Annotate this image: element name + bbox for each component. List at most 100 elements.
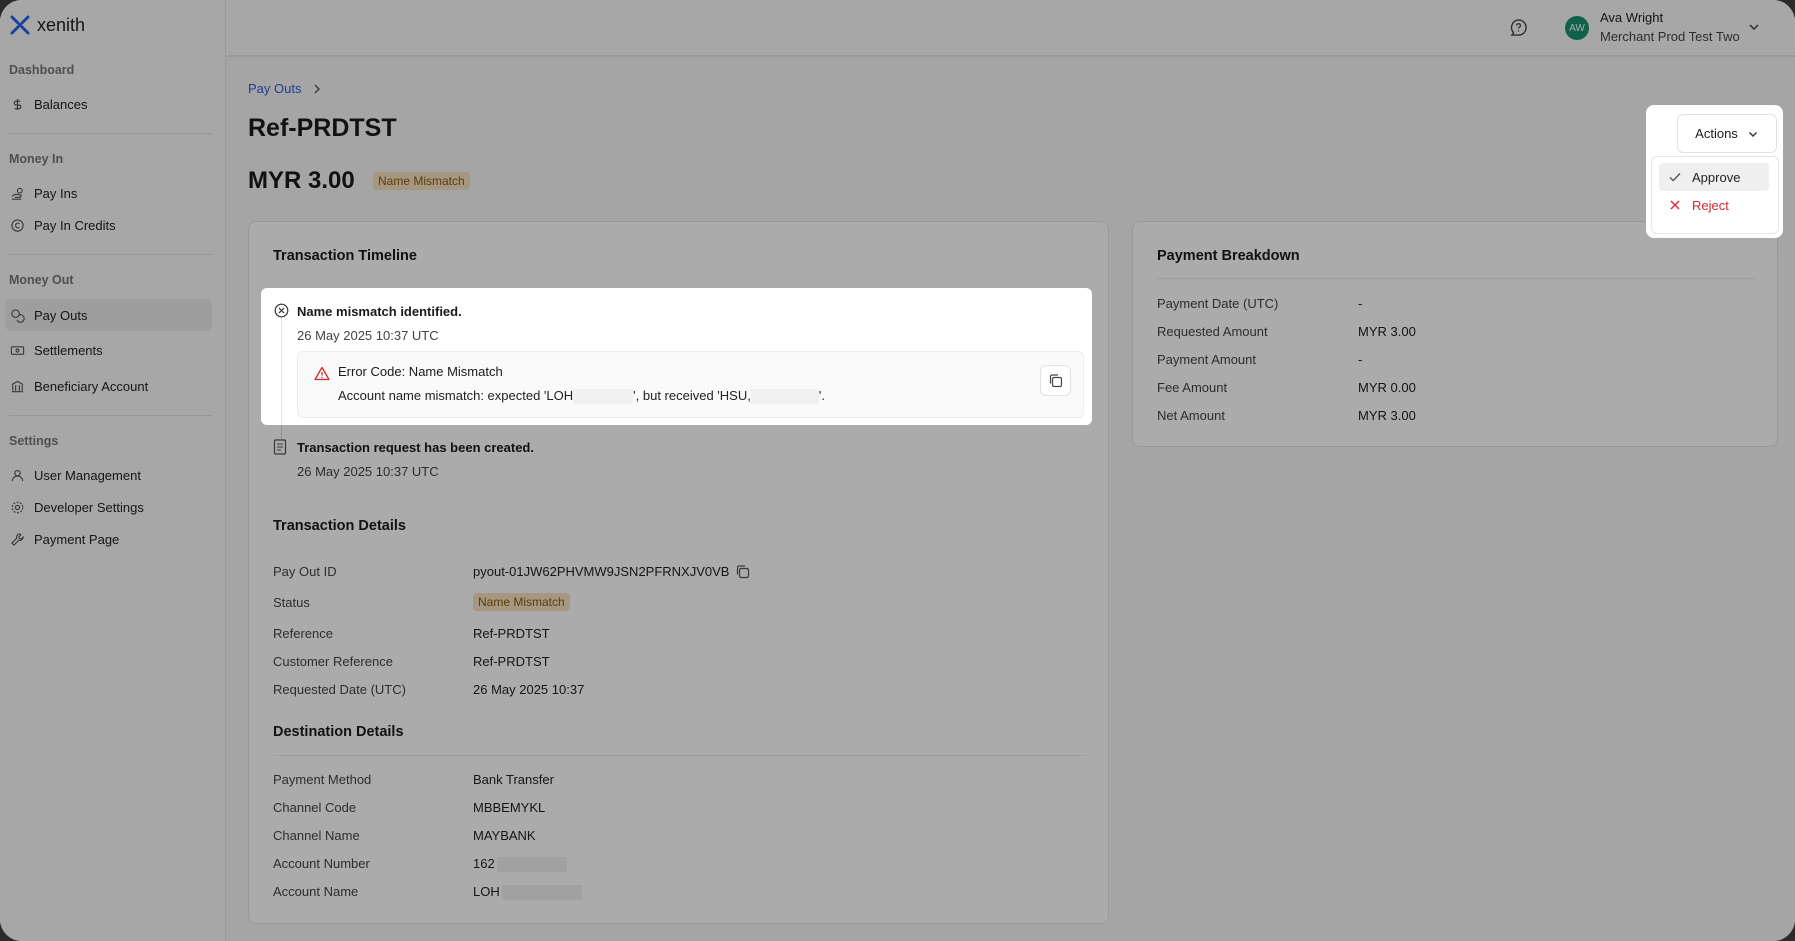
account-name-value: LOH <box>473 884 582 901</box>
sidebar-section-settings: Settings <box>9 434 59 448</box>
detail-value: LOH <box>473 884 500 899</box>
sidebar-item-beneficiary-account[interactable]: Beneficiary Account <box>5 370 212 402</box>
x-circle-icon <box>274 303 289 318</box>
breadcrumb[interactable]: Pay Outs <box>248 81 323 96</box>
redacted-block <box>496 857 567 873</box>
sidebar-item-balances[interactable]: Balances <box>5 88 212 120</box>
actions-button-label: Actions <box>1695 126 1738 141</box>
detail-label: Payment Method <box>273 772 372 787</box>
wrench-icon <box>11 532 24 546</box>
actions-dropdown: Actions Approve Reject <box>1646 105 1783 238</box>
sidebar-section-money-in: Money In <box>9 152 64 166</box>
sidebar-item-pay-ins[interactable]: Pay Ins <box>5 177 212 209</box>
sidebar-item-label: User Management <box>34 467 141 483</box>
detail-value: Ref-PRDTST <box>473 626 550 641</box>
check-icon <box>1669 173 1681 182</box>
destination-details-title: Destination Details <box>273 724 404 740</box>
timeline-event-highlighted: Name mismatch identified. 26 May 2025 10… <box>261 288 1092 425</box>
redacted-block <box>573 389 634 405</box>
breakdown-value: MYR 3.00 <box>1358 408 1416 423</box>
breakdown-label: Requested Amount <box>1157 324 1268 339</box>
user-icon <box>11 469 24 481</box>
sidebar: xenith Dashboard Balances Money In Pay I… <box>0 0 226 941</box>
sidebar-item-developer-settings[interactable]: Developer Settings <box>5 491 212 523</box>
detail-label: Requested Date (UTC) <box>273 682 406 697</box>
detail-value: MBBEMYKL <box>473 800 546 815</box>
timeline-event-title: Name mismatch identified. <box>297 304 462 319</box>
copy-icon[interactable] <box>735 564 750 579</box>
gear-icon <box>11 501 24 513</box>
detail-value: Ref-PRDTST <box>473 654 550 669</box>
timeline-event-title: Transaction request has been created. <box>297 440 534 455</box>
breakdown-label: Payment Date (UTC) <box>1157 296 1279 311</box>
breakdown-label: Payment Amount <box>1157 352 1256 367</box>
detail-label: Reference <box>273 626 333 641</box>
payout-amount: MYR 3.00 <box>248 167 355 194</box>
breakdown-value: - <box>1358 352 1363 367</box>
page-title: Ref-PRDTST <box>248 114 397 142</box>
sidebar-item-user-management[interactable]: User Management <box>5 459 212 491</box>
sidebar-item-label: Pay In Credits <box>34 217 116 233</box>
transaction-details-title: Transaction Details <box>273 518 406 534</box>
detail-label: Account Number <box>273 856 370 871</box>
logo-text: xenith <box>37 14 86 35</box>
detail-value: MAYBANK <box>473 828 536 843</box>
breakdown-value: MYR 0.00 <box>1358 380 1416 395</box>
sidebar-section-money-out: Money Out <box>9 273 74 287</box>
redacted-block <box>501 885 582 901</box>
error-box: Error Code: Name Mismatch Account name m… <box>297 351 1084 418</box>
user-name[interactable]: Ava Wright <box>1600 10 1663 25</box>
sidebar-divider <box>9 133 212 134</box>
help-chat-icon[interactable] <box>1509 18 1528 37</box>
detail-label: Account Name <box>273 884 359 899</box>
error-message-part: ', but received 'HSU, <box>633 388 751 403</box>
breadcrumb-pay-outs[interactable]: Pay Outs <box>248 81 301 96</box>
reject-label: Reject <box>1692 197 1729 213</box>
detail-label: Customer Reference <box>273 654 393 669</box>
dollar-icon <box>13 98 22 110</box>
redacted-block <box>750 389 819 405</box>
user-avatar[interactable]: AW <box>1565 16 1589 40</box>
approve-menu-item[interactable]: Approve <box>1659 163 1769 191</box>
detail-value: pyout-01JW62PHVMW9JSN2PFRNXJV0VB <box>473 564 730 579</box>
actions-button[interactable]: Actions <box>1677 114 1777 153</box>
timeline-connector <box>281 316 282 425</box>
chevron-down-icon[interactable] <box>1747 20 1761 34</box>
timeline-connector <box>281 425 282 439</box>
sidebar-item-pay-in-credits[interactable]: Pay In Credits <box>5 209 212 241</box>
sidebar-item-label: Payment Page <box>34 531 120 547</box>
sidebar-item-settlements[interactable]: Settlements <box>5 334 212 366</box>
breakdown-value: - <box>1358 296 1363 311</box>
sidebar-item-pay-outs[interactable]: Pay Outs <box>5 299 212 331</box>
reject-menu-item[interactable]: Reject <box>1659 191 1769 219</box>
copy-error-button[interactable] <box>1040 365 1071 396</box>
approve-label: Approve <box>1692 169 1741 185</box>
hand-coins-icon <box>11 187 23 200</box>
detail-label: Pay Out ID <box>273 564 337 579</box>
top-header <box>226 0 1795 56</box>
sidebar-item-label: Settlements <box>34 342 103 358</box>
sidebar-item-payment-page[interactable]: Payment Page <box>5 523 212 555</box>
sidebar-item-label: Beneficiary Account <box>34 378 149 394</box>
error-message-part: Account name mismatch: expected 'LOH <box>338 388 574 403</box>
banknote-icon <box>10 345 25 355</box>
detail-value: 26 May 2025 10:37 <box>473 682 585 697</box>
copy-icon <box>1049 374 1063 388</box>
payout-id-value: pyout-01JW62PHVMW9JSN2PFRNXJV0VB <box>473 564 750 579</box>
actions-menu: Approve Reject <box>1651 156 1779 234</box>
detail-label: Status <box>273 595 310 610</box>
sidebar-divider <box>9 415 212 416</box>
sidebar-item-label: Balances <box>34 96 88 112</box>
chevron-down-icon <box>1748 131 1757 137</box>
payment-breakdown-title: Payment Breakdown <box>1157 248 1300 264</box>
sidebar-item-label: Pay Outs <box>34 307 88 323</box>
logo[interactable]: xenith <box>9 14 85 36</box>
xenith-logo-icon <box>10 15 30 35</box>
user-org[interactable]: Merchant Prod Test Two <box>1600 29 1740 44</box>
account-number-value: 162 <box>473 856 567 873</box>
chevron-right-icon <box>314 84 321 93</box>
sidebar-item-label: Developer Settings <box>34 499 144 515</box>
status-badge: Name Mismatch <box>473 593 570 611</box>
breakdown-value: MYR 3.00 <box>1358 324 1416 339</box>
detail-label: Channel Code <box>273 800 357 815</box>
